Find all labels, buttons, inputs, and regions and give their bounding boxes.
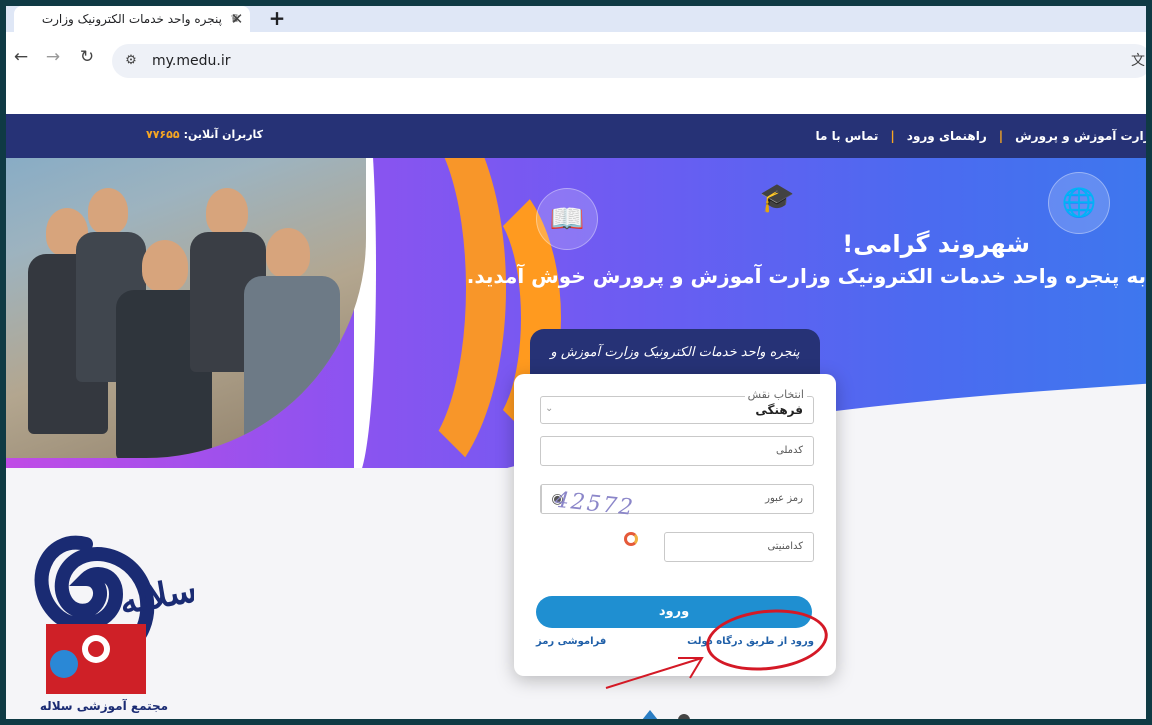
tab-strip: ♛ پنجره واحد خدمات الکترونیک وزارت ✕ + (6, 6, 1146, 32)
reload-icon[interactable]: ↻ (76, 46, 98, 68)
forgot-password-link[interactable]: فراموشی رمز (536, 636, 606, 647)
captcha-field[interactable]: کدامنیتی (664, 532, 814, 562)
role-value: فرهنگی (755, 403, 803, 417)
new-tab-button[interactable]: + (264, 7, 290, 31)
nav-ministry[interactable]: وزارت آموزش و پرورش (1015, 129, 1146, 143)
nav-separator: | (890, 129, 895, 143)
online-users-count: ۷۷۶۵۵ (146, 128, 180, 141)
login-banner: پنجره واحد خدمات الکترونیک وزارت آموزش و… (530, 329, 820, 408)
forward-icon[interactable]: → (42, 46, 64, 68)
national-code-field[interactable]: کدملی (540, 436, 814, 466)
welcome-text: به پنجره واحد خدمات الکترونیک وزارت آموز… (466, 264, 1146, 288)
role-label: انتخاب نقش (744, 388, 807, 401)
refresh-captcha-icon[interactable] (624, 532, 638, 546)
translate-icon[interactable]: 文 (1128, 51, 1146, 71)
password-placeholder: رمز عبور (765, 493, 803, 504)
address-bar[interactable]: ⚙ my.medu.ir 文 (112, 44, 1146, 78)
scroll-up-icon[interactable] (642, 710, 658, 719)
header-nav: وزارت آموزش و پرورش | راهنمای ورود | تما… (815, 114, 1146, 158)
globe-icon: 🌐 (1048, 172, 1110, 234)
highlight-arrow (605, 657, 704, 689)
back-icon[interactable]: ← (10, 46, 32, 68)
student-head (142, 240, 188, 292)
browser-window: ♛ پنجره واحد خدمات الکترونیک وزارت ✕ + ←… (6, 6, 1146, 719)
online-users-label: کاربران آنلاین: (183, 128, 264, 141)
close-icon[interactable]: ✕ (228, 10, 246, 28)
nav-contact[interactable]: تماس با ما (815, 129, 878, 143)
logo-text: سلاله (117, 570, 194, 623)
site-header: وزارت آموزش و پرورش | راهنمای ورود | تما… (6, 114, 1146, 158)
browser-toolbar: ← → ↻ ⚙ my.medu.ir 文 (6, 32, 1146, 82)
greeting-title: شهروند گرامی! (842, 230, 1030, 258)
captcha-placeholder: کدامنیتی (767, 541, 803, 552)
active-tab[interactable]: ♛ پنجره واحد خدمات الکترونیک وزارت ✕ (14, 6, 250, 32)
students-photo (6, 158, 366, 458)
captcha-image: 42572 (553, 487, 636, 521)
url-text[interactable]: my.medu.ir (152, 53, 230, 69)
role-select[interactable]: انتخاب نقش فرهنگی ⌄ (540, 388, 814, 424)
book-icon: 📖 (536, 188, 598, 250)
online-users: کاربران آنلاین: ۷۷۶۵۵ (146, 128, 263, 141)
chevron-down-icon: ⌄ (545, 403, 554, 414)
chat-bubble-icon[interactable] (678, 714, 690, 719)
logo-caption: مجتمع آموزشی سلاله (39, 699, 169, 713)
national-code-placeholder: کدملی (775, 445, 803, 456)
student-head (266, 228, 310, 278)
tab-title: پنجره واحد خدمات الکترونیک وزارت (41, 12, 222, 26)
page-content: وزارت آموزش و پرورش | راهنمای ورود | تما… (6, 114, 1146, 719)
site-info-icon[interactable]: ⚙ (122, 52, 140, 70)
student-body (244, 276, 340, 446)
student-head (206, 188, 248, 236)
salaleh-logo: سلاله (34, 535, 194, 694)
student-head (88, 188, 128, 234)
graduation-cap-icon: 🎓 (759, 181, 795, 214)
nav-separator: | (998, 129, 1004, 143)
nav-login-guide[interactable]: راهنمای ورود (907, 129, 987, 143)
